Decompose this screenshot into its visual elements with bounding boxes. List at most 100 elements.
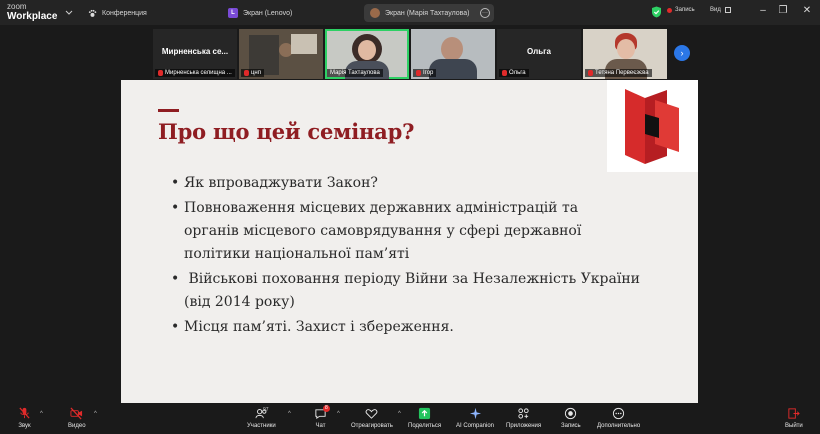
leave-icon [788, 408, 801, 419]
participant-name: Ольга [509, 70, 526, 76]
participant-label: Мирненська селищна ... [155, 69, 235, 77]
shield-check-icon[interactable] [651, 6, 662, 18]
participant-tile[interactable]: Ігор [411, 29, 495, 79]
participant-strip: Мирненська се... Мирненська селищна ... … [0, 25, 820, 80]
participant-tile[interactable]: Ольга Ольга [497, 29, 581, 79]
bullet-item: Військові поховання періоду Війни за Нез… [171, 268, 671, 314]
tab-screen-lenovo[interactable]: L Экран (Lenovo) [228, 4, 292, 22]
person-face [617, 39, 635, 59]
apps-icon [518, 408, 529, 419]
paw-icon [88, 9, 97, 17]
react-button[interactable]: Отреагировать [351, 407, 393, 429]
bullet-text: Як впроваджувати Закон? [184, 175, 378, 191]
participant-name-large: Мирненська се... [161, 47, 229, 56]
slide-title: Про що цей семінар? [158, 119, 415, 144]
brand-bottom: Workplace [7, 11, 58, 22]
participant-name: Ігор [423, 70, 434, 76]
audio-button[interactable]: Звук [18, 407, 31, 429]
bullet-text: органів місцевого самоврядування у сфері… [184, 223, 582, 239]
audio-label: Звук [18, 423, 31, 429]
participant-name: цнп [251, 70, 261, 76]
caret-up-icon[interactable]: ^ [398, 411, 401, 417]
bullet-item: Місця пам’яті. Захист і збереження. [171, 316, 671, 339]
caret-up-icon[interactable]: ^ [288, 411, 291, 417]
mic-muted-icon [158, 70, 163, 76]
mic-muted-icon [244, 70, 249, 76]
ai-companion-label: AI Companion [456, 423, 495, 429]
person-face [358, 40, 376, 60]
bullet-text: політики національної пам’яті [184, 246, 410, 262]
mic-muted-icon [19, 407, 30, 419]
recording-indicator[interactable]: Запись [667, 7, 695, 13]
participant-tile[interactable]: цнп [239, 29, 323, 79]
video-label: Видео [68, 423, 86, 429]
institute-logo [607, 80, 698, 172]
more-label: Дополнительно [597, 423, 641, 429]
bullet-text: Повноваження місцевих державних адмініст… [184, 200, 579, 216]
tab-label: Экран (Lenovo) [243, 9, 293, 17]
chevron-down-icon[interactable] [65, 8, 73, 16]
participant-name: Мирненська селищна ... [165, 70, 232, 76]
title-accent-bar [158, 109, 179, 112]
zoom-workplace-logo[interactable]: zoom Workplace [7, 2, 58, 22]
shared-screen-slide: Про що цей семінар? Як впроваджувати Зак… [121, 80, 698, 403]
logo-mark-icon [625, 89, 679, 164]
participants-label: Участники [247, 423, 276, 429]
participant-label: Марія Тахтаулова [327, 69, 383, 77]
participant-tile[interactable]: Тетяна Первеєзєва [583, 29, 667, 79]
more-icon[interactable]: ··· [480, 8, 490, 18]
video-off-icon [70, 407, 83, 420]
mic-muted-icon [502, 70, 507, 76]
participant-label: Ігор [413, 69, 437, 77]
record-button[interactable]: Запись [561, 407, 581, 429]
share-label: Поделиться [408, 423, 442, 429]
participants-count: 97 [263, 407, 269, 413]
tab-label: Экран (Марія Тахтаулова) [385, 9, 470, 17]
participant-tile[interactable]: Мирненська се... Мирненська селищна ... [153, 29, 237, 79]
restore-icon[interactable]: ❐ [776, 5, 790, 16]
leave-button[interactable]: Выйти [785, 407, 803, 429]
share-screen-icon [418, 407, 431, 420]
meeting-toolbar: Звук ^ Видео ^ 97 Участники ^ 8 Чат ^ От… [0, 403, 820, 434]
next-page-button[interactable]: › [674, 45, 690, 61]
participant-label: цнп [241, 69, 264, 77]
tab-label: Конференция [102, 9, 147, 17]
apps-button[interactable]: Приложения [506, 407, 541, 429]
caret-up-icon[interactable]: ^ [94, 411, 97, 417]
person-face [441, 37, 463, 61]
video-button[interactable]: Видео [68, 407, 86, 429]
caret-up-icon[interactable]: ^ [337, 411, 340, 417]
bullet-item: Повноваження місцевих державних адмініст… [171, 197, 671, 266]
participant-name-large: Ольга [527, 47, 551, 56]
letter-avatar-icon: L [228, 8, 238, 18]
participants-button[interactable]: 97 Участники [247, 407, 276, 429]
record-icon [565, 407, 577, 420]
chat-button[interactable]: 8 Чат [314, 405, 330, 429]
bullet-item: Як впроваджувати Закон? [171, 172, 671, 195]
chevron-right-icon: › [680, 48, 684, 58]
participant-label: Тетяна Первеєзєва [585, 69, 652, 77]
participant-label: Ольга [499, 69, 529, 77]
more-button[interactable]: Дополнительно [597, 407, 640, 429]
tab-meeting[interactable]: Конференция [88, 4, 147, 22]
video-background [291, 34, 317, 54]
react-label: Отреагировать [351, 423, 393, 429]
close-icon[interactable]: ✕ [800, 5, 814, 16]
view-menu[interactable]: Вид [710, 7, 731, 13]
heart-icon [366, 409, 378, 419]
participant-tile-active-speaker[interactable]: Марія Тахтаулова [325, 29, 409, 79]
mic-muted-icon [416, 70, 421, 76]
share-button[interactable]: Поделиться [408, 407, 441, 429]
record-dot-icon [667, 7, 672, 13]
apps-label: Приложения [506, 423, 542, 429]
caret-up-icon[interactable]: ^ [40, 411, 43, 417]
view-label: Вид [710, 7, 721, 13]
mic-muted-icon [588, 70, 593, 76]
tab-screen-maria[interactable]: Экран (Марія Тахтаулова) ··· [364, 4, 494, 22]
record-label: Запись [561, 423, 581, 429]
minimize-icon[interactable]: – [756, 5, 770, 16]
bullet-text: (від 2014 року) [184, 294, 295, 310]
ai-companion-button[interactable]: AI Companion [456, 407, 494, 429]
record-label: Запись [675, 7, 695, 13]
participant-name: Марія Тахтаулова [330, 70, 380, 76]
